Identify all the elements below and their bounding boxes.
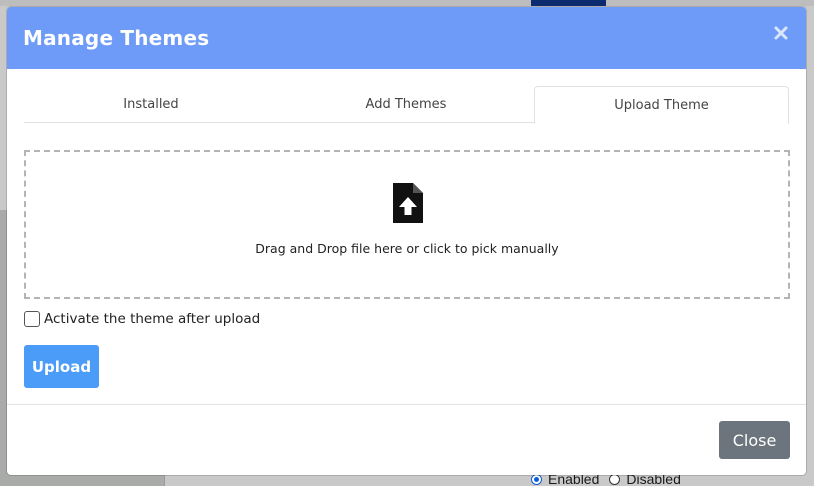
dropzone-instructions: Drag and Drop file here or click to pick…: [255, 241, 559, 256]
background-top-button: [531, 0, 606, 6]
modal-header: Manage Themes: [7, 7, 806, 69]
upload-button[interactable]: Upload: [24, 345, 99, 388]
file-upload-icon: [393, 183, 423, 223]
manage-themes-modal: Manage Themes Installed Add Themes Uploa…: [7, 7, 806, 475]
disabled-radio: [609, 473, 621, 485]
modal-title: Manage Themes: [23, 26, 210, 50]
activate-theme-row: Activate the theme after upload: [24, 310, 260, 328]
close-button[interactable]: Close: [719, 421, 790, 459]
theme-tabs: Installed Add Themes Upload Theme: [24, 86, 789, 124]
activate-theme-checkbox[interactable]: [24, 311, 40, 327]
file-dropzone[interactable]: Drag and Drop file here or click to pick…: [24, 150, 790, 299]
tab-add-themes[interactable]: Add Themes: [279, 86, 533, 123]
tab-installed[interactable]: Installed: [24, 86, 278, 123]
footer-divider: [7, 404, 806, 405]
enabled-radio: [531, 473, 542, 485]
tab-upload-theme[interactable]: Upload Theme: [534, 86, 789, 124]
activate-theme-label[interactable]: Activate the theme after upload: [44, 311, 260, 327]
background-top-bar: [0, 0, 814, 6]
close-icon[interactable]: [774, 25, 788, 40]
